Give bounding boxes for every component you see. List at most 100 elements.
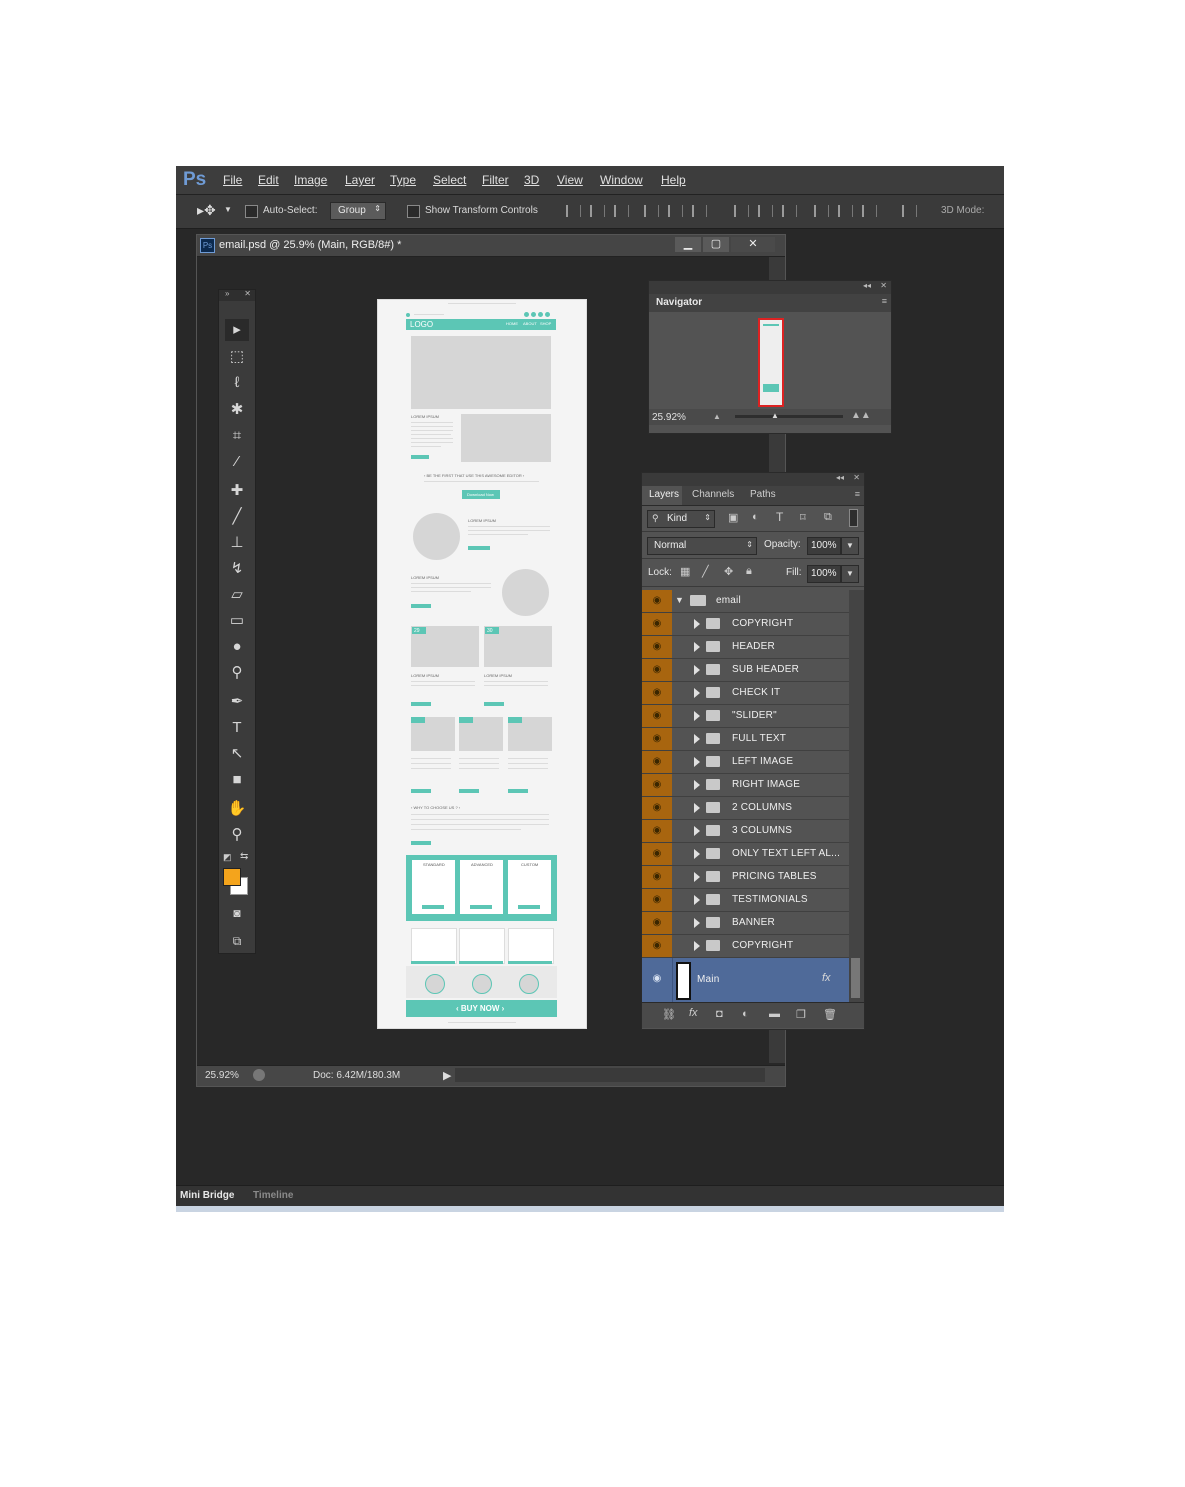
collapsed-triangle-icon[interactable]: [694, 642, 700, 652]
collapsed-triangle-icon[interactable]: [694, 849, 700, 859]
layer-main-selected[interactable]: ◉ Main fx: [642, 958, 849, 1002]
clone-stamp-tool-icon[interactable]: ⊥: [225, 532, 249, 554]
menu-3d[interactable]: 3D: [524, 173, 539, 187]
layer-row[interactable]: ◉ CHECK IT: [642, 682, 849, 705]
new-group-icon[interactable]: ▬: [769, 1008, 780, 1020]
layer-row[interactable]: ◉ SUB HEADER: [642, 659, 849, 682]
status-info-icon[interactable]: [253, 1069, 265, 1081]
adjustment-layer-icon[interactable]: ◐: [742, 1008, 749, 1020]
zoom-slider-track[interactable]: [735, 415, 843, 418]
visibility-eye-icon[interactable]: ◉: [651, 871, 663, 883]
crop-tool-icon[interactable]: ⌗: [225, 425, 249, 447]
fill-input[interactable]: 100%: [807, 565, 841, 583]
layer-effects-icon[interactable]: fx: [822, 972, 831, 984]
panel-menu-icon[interactable]: ≡: [882, 296, 887, 306]
align-left-icon[interactable]: [644, 205, 659, 217]
visibility-eye-icon[interactable]: ◉: [651, 687, 663, 699]
distribute-vcenter-icon[interactable]: [758, 205, 773, 217]
lock-pixels-icon[interactable]: ╱: [702, 565, 709, 578]
layer-row[interactable]: ◉ "SLIDER": [642, 705, 849, 728]
collapse-icon[interactable]: »: [225, 289, 229, 298]
navigator-thumbnail[interactable]: [758, 318, 784, 407]
minimize-button[interactable]: ▁: [675, 237, 701, 252]
layer-row[interactable]: ◉ 2 COLUMNS: [642, 797, 849, 820]
zoom-tool-icon[interactable]: ⚲: [225, 824, 249, 846]
new-layer-icon[interactable]: ❐: [796, 1008, 806, 1021]
tab-mini-bridge[interactable]: Mini Bridge: [180, 1190, 234, 1201]
lock-transparent-icon[interactable]: ▦: [680, 565, 690, 578]
zoom-out-icon[interactable]: ▲: [713, 412, 721, 421]
horizontal-scrollbar[interactable]: [455, 1068, 765, 1082]
document-title-bar[interactable]: Ps email.psd @ 25.9% (Main, RGB/8#) * ▁ …: [197, 235, 785, 257]
auto-select-target-select[interactable]: Group ⇕: [330, 202, 386, 220]
layer-row[interactable]: ◉ 3 COLUMNS: [642, 820, 849, 843]
layers-panel-header[interactable]: ◂◂ ✕: [642, 473, 864, 486]
menu-window[interactable]: Window: [600, 173, 643, 187]
visibility-eye-icon[interactable]: ◉: [651, 733, 663, 745]
visibility-eye-icon[interactable]: ◉: [651, 756, 663, 768]
visibility-eye-icon[interactable]: ◉: [651, 618, 663, 630]
layer-row[interactable]: ◉ FULL TEXT: [642, 728, 849, 751]
align-bottom-icon[interactable]: [614, 205, 629, 217]
eraser-tool-icon[interactable]: ▱: [225, 584, 249, 606]
layer-row[interactable]: ◉ ONLY TEXT LEFT AL...: [642, 843, 849, 866]
panel-menu-icon[interactable]: ≡: [855, 489, 860, 499]
zoom-slider-thumb[interactable]: ▲: [771, 411, 779, 420]
collapsed-triangle-icon[interactable]: [694, 941, 700, 951]
zoom-in-icon[interactable]: ▲▲: [851, 410, 871, 421]
tab-timeline[interactable]: Timeline: [253, 1190, 293, 1201]
align-right-icon[interactable]: [692, 205, 707, 217]
screen-mode-icon[interactable]: ⧉: [225, 930, 249, 952]
blend-mode-select[interactable]: Normal ⇕: [647, 537, 757, 555]
menu-edit[interactable]: Edit: [258, 173, 279, 187]
gradient-tool-icon[interactable]: ▭: [225, 610, 249, 632]
smart-object-filter-icon[interactable]: ⧉: [824, 511, 832, 524]
layer-row[interactable]: ◉ COPYRIGHT: [642, 935, 849, 958]
filter-kind-select[interactable]: ⚲ Kind ⇕: [647, 510, 715, 528]
visibility-eye-icon[interactable]: ◉: [651, 641, 663, 653]
visibility-eye-icon[interactable]: ◉: [651, 848, 663, 860]
navigator-zoom-value[interactable]: 25.92%: [652, 412, 686, 423]
pen-tool-icon[interactable]: ✒: [225, 691, 249, 713]
healing-brush-tool-icon[interactable]: ✚: [225, 480, 249, 502]
delete-layer-icon[interactable]: 🗑︎: [823, 1008, 837, 1021]
fill-dropdown-icon[interactable]: ▼: [841, 565, 859, 583]
shape-filter-icon[interactable]: ⌑: [800, 511, 806, 524]
align-top-icon[interactable]: [566, 205, 581, 217]
auto-select-checkbox[interactable]: [245, 205, 258, 218]
lock-position-icon[interactable]: ✥: [724, 565, 733, 578]
collapsed-triangle-icon[interactable]: [694, 757, 700, 767]
maximize-button[interactable]: ▢: [703, 237, 729, 252]
visibility-eye-icon[interactable]: ◉: [651, 973, 663, 985]
collapsed-triangle-icon[interactable]: [694, 734, 700, 744]
status-menu-arrow-icon[interactable]: ▶: [443, 1069, 451, 1082]
history-brush-tool-icon[interactable]: ↯: [225, 558, 249, 580]
distribute-right-icon[interactable]: [862, 205, 877, 217]
distribute-bottom-icon[interactable]: [782, 205, 797, 217]
quick-mask-icon[interactable]: ◙: [225, 902, 249, 924]
visibility-eye-icon[interactable]: ◉: [651, 710, 663, 722]
distribute-top-icon[interactable]: [734, 205, 749, 217]
collapsed-triangle-icon[interactable]: [694, 918, 700, 928]
collapsed-triangle-icon[interactable]: [694, 780, 700, 790]
rectangle-tool-icon[interactable]: ■: [225, 769, 249, 791]
opacity-input[interactable]: 100%: [807, 537, 841, 555]
link-layers-icon[interactable]: ⛓: [662, 1008, 676, 1021]
layers-scrollbar[interactable]: [849, 590, 864, 1002]
magic-wand-tool-icon[interactable]: ✱: [225, 399, 249, 421]
auto-align-icon[interactable]: [902, 205, 917, 217]
path-selection-tool-icon[interactable]: ↖: [225, 743, 249, 765]
filter-toggle[interactable]: [849, 509, 858, 527]
menu-help[interactable]: Help: [661, 173, 686, 187]
menu-view[interactable]: View: [557, 173, 583, 187]
blur-tool-icon[interactable]: ●: [225, 636, 249, 658]
menu-layer[interactable]: Layer: [345, 173, 375, 187]
layer-row[interactable]: ◉ PRICING TABLES: [642, 866, 849, 889]
adjustment-filter-icon[interactable]: ◐: [752, 511, 759, 523]
tab-layers[interactable]: Layers: [649, 489, 679, 500]
menu-select[interactable]: Select: [433, 173, 466, 187]
visibility-eye-icon[interactable]: ◉: [651, 664, 663, 676]
visibility-eye-icon[interactable]: ◉: [651, 917, 663, 929]
status-zoom[interactable]: 25.92%: [205, 1070, 239, 1081]
menu-image[interactable]: Image: [294, 173, 327, 187]
